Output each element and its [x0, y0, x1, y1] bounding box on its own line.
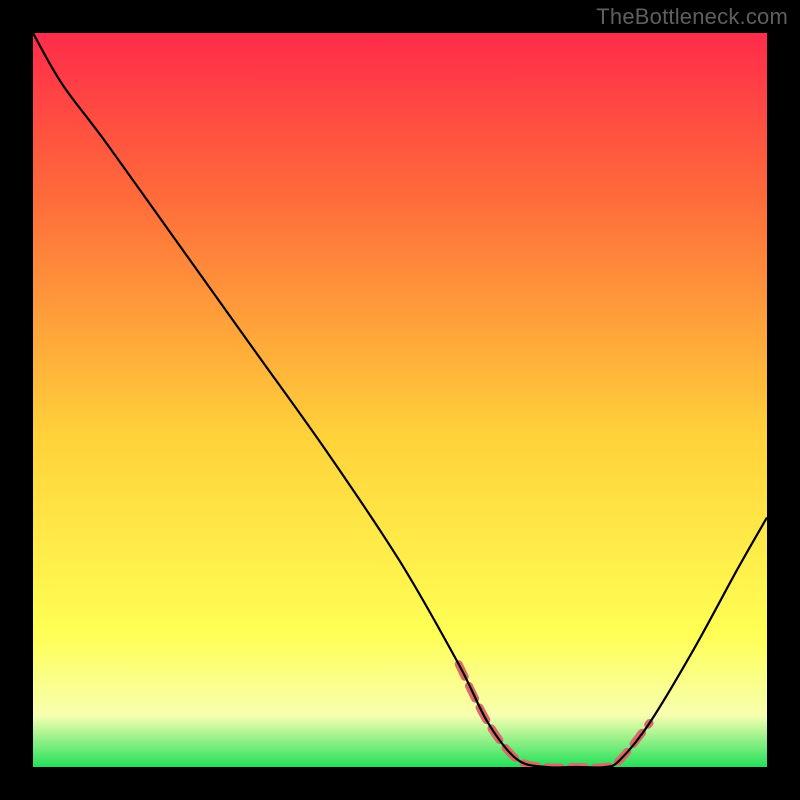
chart-frame: TheBottleneck.com [0, 0, 800, 800]
watermark-text: TheBottleneck.com [596, 4, 788, 30]
gradient-background [33, 33, 767, 767]
bottleneck-chart [33, 33, 767, 767]
